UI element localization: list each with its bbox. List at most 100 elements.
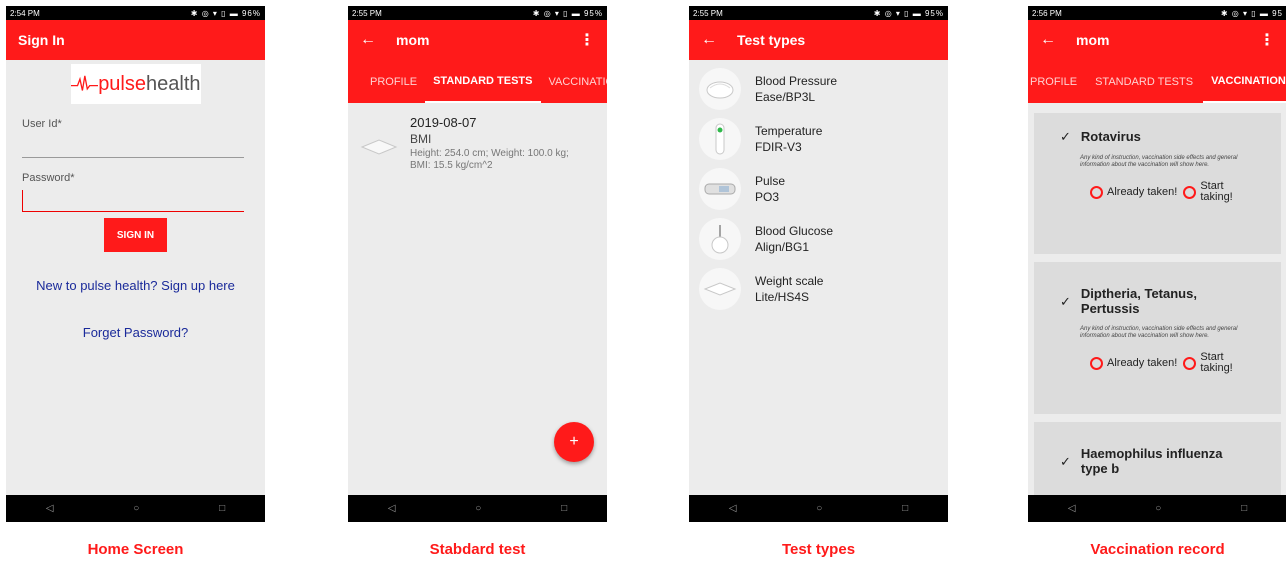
vaccine-list: ✓ Rotavirus Any kind of instruction, vac… [1028,103,1286,502]
battery-level: 95% [924,8,944,18]
nav-home-icon[interactable]: ○ [1155,503,1161,514]
system-nav-bar: ◁ ○ □ [348,495,607,522]
test-model: FDIR-V3 [755,140,802,154]
status-time: 2:56 PM [1032,8,1062,18]
sign-up-link[interactable]: New to pulse health? Sign up here [6,278,265,293]
status-time: 2:55 PM [693,8,723,18]
list-item[interactable]: Pulse PO3 [689,164,948,214]
blood-pressure-device-icon [699,68,741,110]
back-arrow-icon[interactable]: ← [1040,31,1056,49]
page-title: Sign In [18,32,65,48]
already-taken-radio[interactable] [1090,356,1103,370]
back-arrow-icon[interactable]: ← [701,31,717,49]
nav-home-icon[interactable]: ○ [475,503,481,514]
start-taking-radio[interactable] [1183,356,1197,370]
nav-recent-icon[interactable]: □ [902,503,908,514]
list-item[interactable]: 2019-08-07 BMI Height: 254.0 cm; Weight:… [348,103,607,172]
check-icon: ✓ [1060,454,1071,469]
user-id-label: User Id* [22,118,62,130]
weight-scale-icon [699,268,741,310]
status-icons: ✱ ◎ ▾ ▯ ▬ 95% [532,8,603,18]
app-bar: ← mom ⋮ [348,20,607,60]
tab-vaccination[interactable]: VACCINATION [1203,60,1286,103]
test-model: PO3 [755,190,780,204]
logo-text-health: health [146,72,201,95]
test-name: Blood Glucose [755,224,834,238]
thermometer-icon [699,118,741,160]
nav-home-icon[interactable]: ○ [133,503,139,514]
nav-recent-icon[interactable]: □ [219,503,225,514]
vaccine-name: Haemophilus influenza type b [1080,446,1223,476]
phone-standard-test: 2:55 PM ✱ ◎ ▾ ▯ ▬ 95% ← mom ⋮ PROFILE ST… [348,6,607,522]
nav-back-icon[interactable]: ◁ [729,503,737,514]
pulse-oximeter-icon [699,168,741,210]
tab-bar: PROFILE STANDARD TESTS VACCINATION [1028,60,1286,103]
page-title: mom [396,32,430,48]
tab-standard-tests[interactable]: STANDARD TESTS [1085,60,1203,103]
nav-recent-icon[interactable]: □ [561,503,567,514]
pulsehealth-logo: pulse health [70,64,201,104]
list-item[interactable]: Temperature FDIR-V3 [689,114,948,164]
nav-back-icon[interactable]: ◁ [388,503,396,514]
tab-profile[interactable]: PROFILE [348,60,425,103]
test-name: Pulse [755,174,786,188]
user-id-input[interactable] [22,136,244,158]
page: 2:54 PM ✱ ◎ ▾ ▯ ▬ 96% Sign In pulse healt… [0,0,1286,564]
vaccine-name: Rotavirus [1080,129,1141,144]
test-name: Temperature [755,124,823,138]
back-arrow-icon[interactable]: ← [360,31,376,49]
password-input[interactable] [22,190,244,212]
overflow-menu-icon[interactable]: ⋮ [579,30,595,50]
phone-sign-in: 2:54 PM ✱ ◎ ▾ ▯ ▬ 96% Sign In pulse healt… [6,6,265,522]
test-type-list: Blood Pressure Ease/BP3L Temperature FDI… [689,60,948,314]
vaccine-name: Diptheria, Tetanus, Pertussis [1080,286,1197,316]
list-item[interactable]: Weight scale Lite/HS4S [689,264,948,314]
start-taking-label: Start taking! [1200,180,1233,203]
nav-home-icon[interactable]: ○ [816,503,822,514]
list-item[interactable]: Blood Glucose Align/BG1 [689,214,948,264]
battery-level: 95% [583,8,603,18]
record-detail: Height: 254.0 cm; Weight: 100.0 kg; [410,148,569,159]
tab-vaccination[interactable]: VACCINATIO [541,60,608,103]
already-taken-label: Already taken! [1107,186,1178,198]
status-time: 2:55 PM [352,8,382,18]
nav-back-icon[interactable]: ◁ [1068,503,1076,514]
vaccine-card: ✓ Diptheria, Tetanus, Pertussis Any kind… [1034,262,1281,414]
already-taken-radio[interactable] [1090,185,1103,199]
record-date: 2019-08-07 [410,115,477,130]
record-type: BMI [410,132,432,146]
heartbeat-icon [70,75,99,91]
tab-profile[interactable]: PROFILE [1028,60,1085,103]
add-record-button[interactable]: + [554,422,594,462]
password-label: Password* [22,172,75,184]
nav-back-icon[interactable]: ◁ [46,503,54,514]
forgot-password-link[interactable]: Forget Password? [6,325,265,340]
nav-recent-icon[interactable]: □ [1241,503,1247,514]
check-icon: ✓ [1060,294,1071,309]
start-taking-radio[interactable] [1183,185,1197,199]
status-bar: 2:56 PM ✱ ◎ ▾ ▯ ▬ 95 [1028,6,1286,20]
glucose-meter-icon [699,218,741,260]
status-icons: ✱ ◎ ▾ ▯ ▬ 96% [190,8,261,18]
caption-vaccination-record: Vaccination record [1090,541,1225,558]
caption-standard-test: Stabdard test [429,541,526,558]
weight-scale-icon [360,139,398,155]
vaccine-card: ✓ Rotavirus Any kind of instruction, vac… [1034,113,1281,254]
list-item[interactable]: Blood Pressure Ease/BP3L [689,64,948,114]
tab-bar: PROFILE STANDARD TESTS VACCINATIO [348,60,607,103]
app-bar: Sign In [6,20,265,60]
tab-standard-tests[interactable]: STANDARD TESTS [425,60,541,103]
system-nav-bar: ◁ ○ □ [689,495,948,522]
system-nav-bar: ◁ ○ □ [6,495,265,522]
phone-test-types: 2:55 PM ✱ ◎ ▾ ▯ ▬ 95% ← Test types Blood… [689,6,948,522]
status-icons: ✱ ◎ ▾ ▯ ▬ 95 [1220,8,1283,18]
app-bar: ← Test types [689,20,948,60]
sign-in-button[interactable]: SIGN IN [104,218,167,252]
already-taken-label: Already taken! [1107,357,1178,369]
vaccine-info: Any kind of instruction, vaccination sid… [1080,326,1238,339]
caption-test-types: Test types [781,541,856,558]
vaccine-card: ✓ Haemophilus influenza type b [1034,422,1281,502]
overflow-menu-icon[interactable]: ⋮ [1259,30,1275,50]
test-name: Weight scale [755,274,824,288]
test-name: Blood Pressure [755,74,838,88]
